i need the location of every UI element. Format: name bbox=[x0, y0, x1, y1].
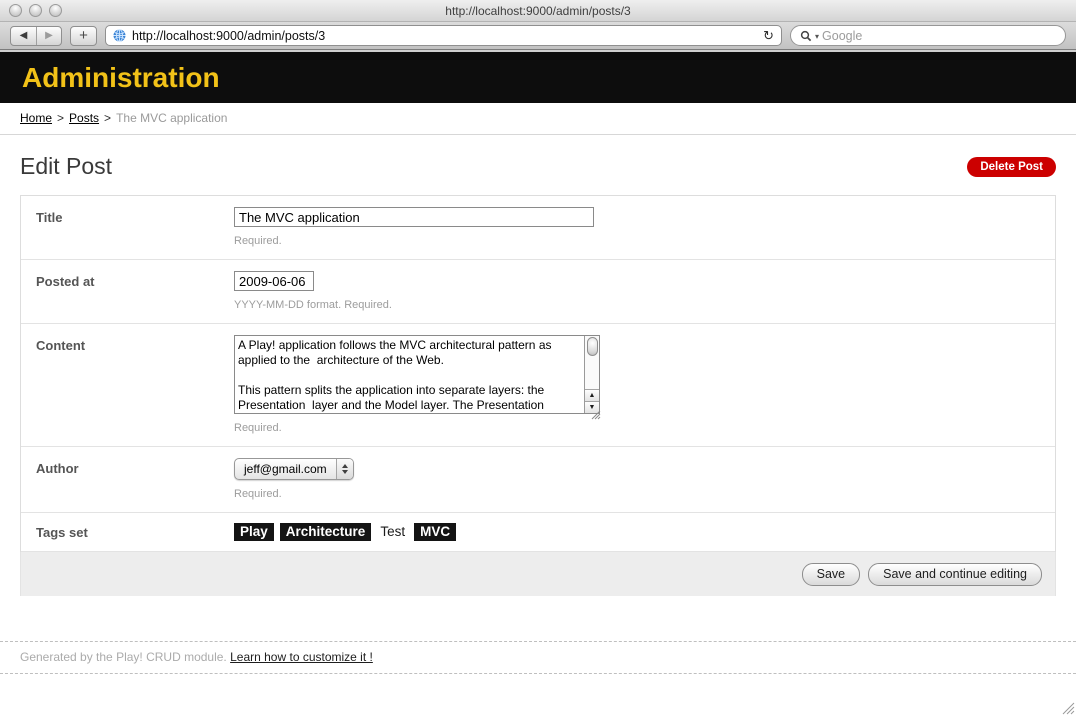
title-label: Title bbox=[21, 196, 234, 259]
content-help-text: Required. bbox=[234, 422, 1055, 434]
content-textarea-wrap: A Play! application follows the MVC arch… bbox=[234, 335, 600, 414]
form-row-content: Content A Play! application follows the … bbox=[21, 324, 1055, 447]
form-row-author: Author jeff@gmail.com Required. bbox=[21, 447, 1055, 513]
tag-play[interactable]: Play bbox=[234, 523, 274, 541]
new-tab-button[interactable]: + bbox=[70, 26, 97, 46]
scrollbar-thumb[interactable] bbox=[587, 337, 598, 356]
tag-architecture[interactable]: Architecture bbox=[280, 523, 372, 541]
tag-mvc[interactable]: MVC bbox=[414, 523, 456, 541]
tags-label: Tags set bbox=[21, 513, 234, 551]
address-bar[interactable]: http://localhost:9000/admin/posts/3 ↻ bbox=[105, 25, 782, 46]
window-titlebar: http://localhost:9000/admin/posts/3 bbox=[0, 0, 1076, 22]
minimize-button[interactable] bbox=[29, 4, 42, 17]
breadcrumb-separator: > bbox=[57, 111, 64, 125]
breadcrumb: Home > Posts > The MVC application bbox=[0, 103, 1076, 135]
posted-at-input[interactable] bbox=[234, 271, 314, 291]
content-textarea[interactable]: A Play! application follows the MVC arch… bbox=[235, 336, 584, 413]
textarea-scrollbar[interactable]: ▲ ▼ bbox=[584, 336, 599, 413]
title-help-text: Required. bbox=[234, 235, 1055, 247]
footer-text: Generated by the Play! CRUD module. bbox=[20, 650, 227, 664]
address-url-text: http://localhost:9000/admin/posts/3 bbox=[132, 29, 325, 43]
select-stepper-icon bbox=[336, 459, 353, 479]
author-label: Author bbox=[21, 447, 234, 512]
edit-post-form: Title Required. Posted at YYYY-MM-DD for… bbox=[20, 195, 1056, 552]
tag-test[interactable]: Test bbox=[377, 523, 408, 541]
form-row-title: Title Required. bbox=[21, 196, 1055, 260]
form-actions-bar: Save Save and continue editing bbox=[20, 552, 1056, 596]
posted-at-help-text: YYYY-MM-DD format. Required. bbox=[234, 299, 1055, 311]
close-button[interactable] bbox=[9, 4, 22, 17]
search-field[interactable]: ▾ bbox=[790, 25, 1066, 46]
site-footer: Generated by the Play! CRUD module. Lear… bbox=[0, 641, 1076, 674]
globe-icon bbox=[113, 29, 126, 42]
breadcrumb-separator: > bbox=[104, 111, 111, 125]
delete-post-button[interactable]: Delete Post bbox=[967, 157, 1056, 177]
breadcrumb-link-home[interactable]: Home bbox=[20, 111, 52, 125]
form-row-tags: Tags set Play Architecture Test MVC bbox=[21, 513, 1055, 552]
nav-button-group: ◀ ▶ bbox=[10, 26, 62, 46]
posted-at-label: Posted at bbox=[21, 260, 234, 323]
customize-link[interactable]: Learn how to customize it ! bbox=[230, 650, 373, 664]
content-label: Content bbox=[21, 324, 234, 446]
search-icon[interactable] bbox=[800, 30, 812, 42]
scroll-up-button[interactable]: ▲ bbox=[585, 389, 599, 401]
site-header: Administration bbox=[0, 52, 1076, 103]
author-select[interactable]: jeff@gmail.com bbox=[234, 458, 354, 480]
search-engine-caret-icon[interactable]: ▾ bbox=[815, 32, 819, 41]
textarea-resize-grip[interactable] bbox=[591, 410, 601, 420]
browser-toolbar: ◀ ▶ + http://localhost:9000/admin/posts/… bbox=[0, 22, 1076, 50]
main-content: Edit Post Delete Post Title Required. Po… bbox=[0, 154, 1076, 596]
app-title: Administration bbox=[22, 62, 220, 94]
zoom-button[interactable] bbox=[49, 4, 62, 17]
breadcrumb-link-posts[interactable]: Posts bbox=[69, 111, 99, 125]
save-button[interactable]: Save bbox=[802, 563, 861, 586]
form-row-posted-at: Posted at YYYY-MM-DD format. Required. bbox=[21, 260, 1055, 324]
reload-icon[interactable]: ↻ bbox=[763, 28, 774, 44]
window-title: http://localhost:9000/admin/posts/3 bbox=[445, 4, 630, 18]
author-help-text: Required. bbox=[234, 488, 1055, 500]
breadcrumb-current: The MVC application bbox=[116, 111, 227, 125]
title-input[interactable] bbox=[234, 207, 594, 227]
window-resize-grip[interactable] bbox=[1061, 701, 1075, 715]
back-button[interactable]: ◀ bbox=[11, 27, 36, 45]
author-selected-value: jeff@gmail.com bbox=[244, 462, 327, 476]
save-and-continue-button[interactable]: Save and continue editing bbox=[868, 563, 1042, 586]
page-title: Edit Post bbox=[20, 153, 112, 180]
traffic-lights bbox=[9, 4, 62, 17]
search-input[interactable] bbox=[822, 29, 1056, 43]
forward-button[interactable]: ▶ bbox=[36, 27, 61, 45]
